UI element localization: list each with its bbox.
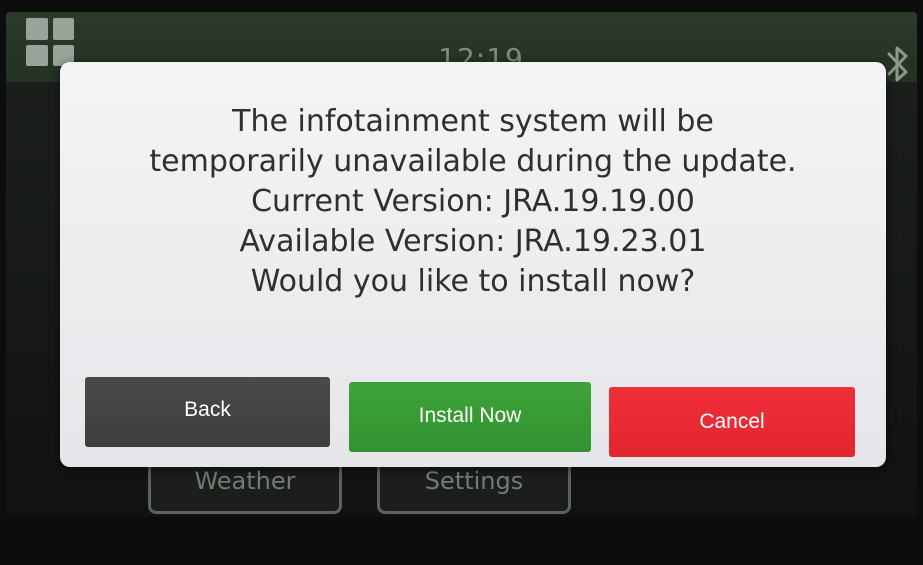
current-version-line: Current Version: JRA.19.19.00 bbox=[251, 184, 695, 219]
grid-cell bbox=[26, 18, 48, 40]
bluetooth-icon bbox=[887, 46, 908, 82]
available-version-line: Available Version: JRA.19.23.01 bbox=[239, 224, 707, 259]
message-line: The infotainment system will be bbox=[232, 104, 714, 139]
install-now-button[interactable]: Install Now bbox=[349, 382, 591, 452]
grid-cell bbox=[26, 44, 48, 66]
grid-cell bbox=[52, 18, 74, 40]
back-button[interactable]: Back bbox=[85, 377, 330, 447]
cancel-button[interactable]: Cancel bbox=[609, 387, 855, 457]
settings-tile-label: Settings bbox=[424, 467, 524, 495]
bottom-strip bbox=[6, 517, 917, 532]
apps-grid-icon[interactable] bbox=[26, 18, 74, 66]
weather-tile-label: Weather bbox=[194, 467, 296, 495]
message-line: temporarily unavailable during the updat… bbox=[149, 144, 797, 179]
update-dialog: The infotainment system will be temporar… bbox=[60, 62, 886, 467]
update-message: The infotainment system will be temporar… bbox=[60, 102, 886, 302]
install-prompt-line: Would you like to install now? bbox=[250, 264, 696, 299]
